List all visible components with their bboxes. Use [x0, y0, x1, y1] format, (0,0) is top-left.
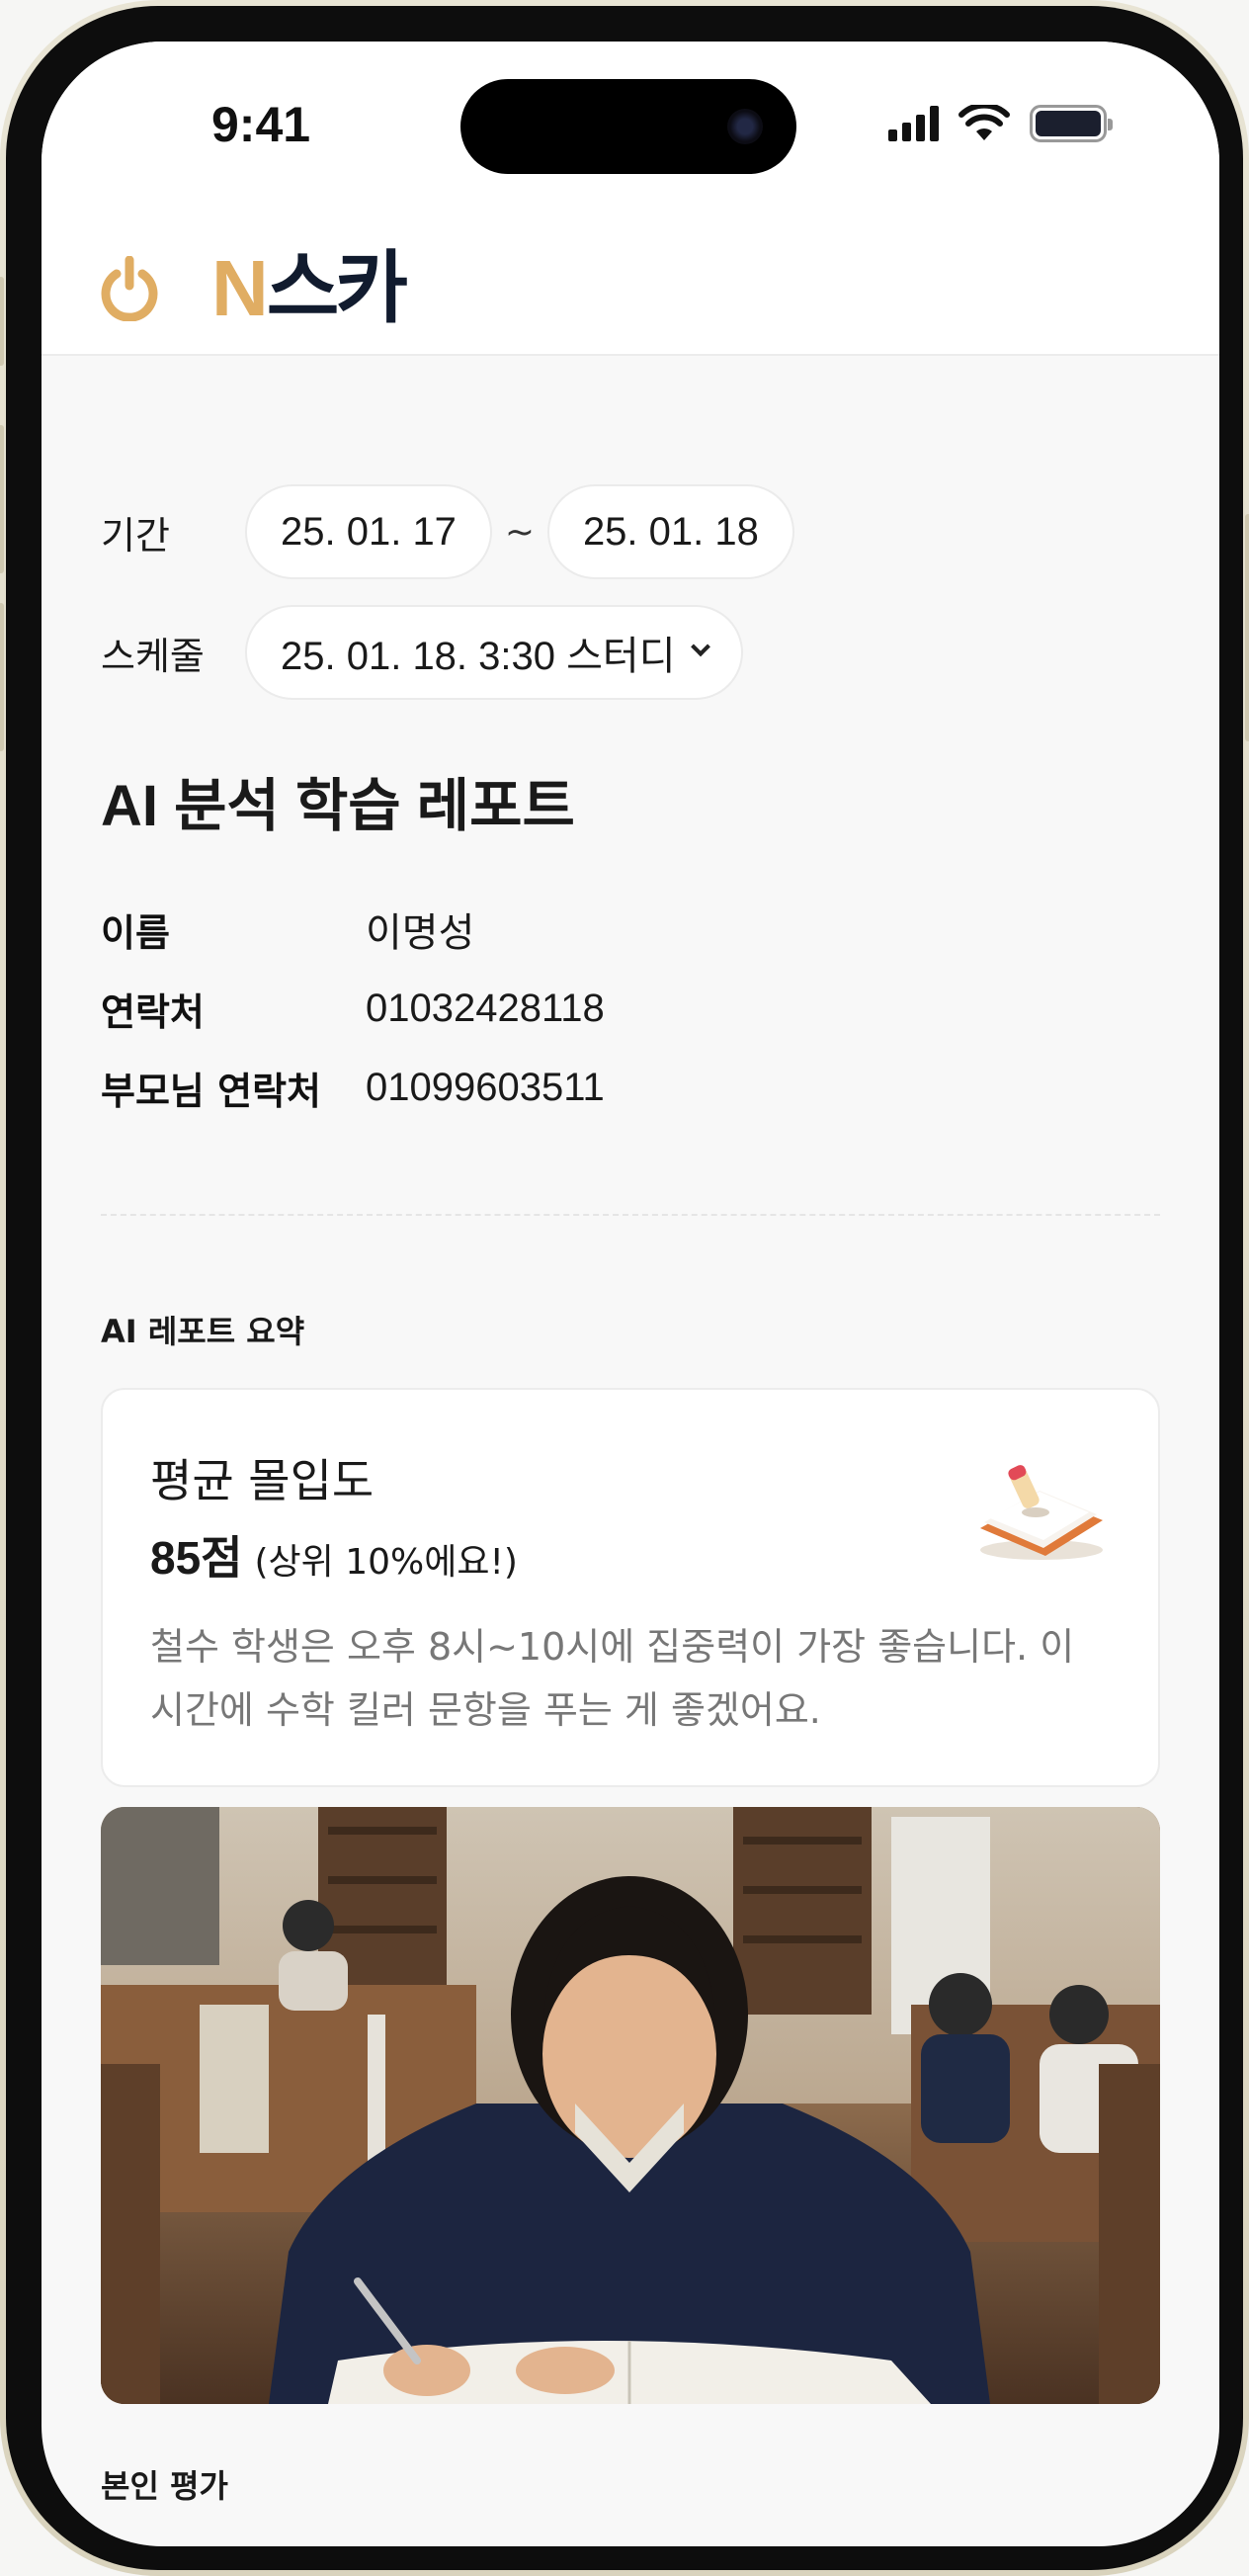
student-info: 이름 이명성 연락처 01032428118 부모님 연락처 010996035…	[101, 890, 605, 1127]
notebook-pencil-icon	[980, 1465, 1103, 1560]
schedule-dropdown[interactable]: 25. 01. 18. 3:30 스터디	[245, 605, 743, 700]
logo-n-text: N	[211, 244, 269, 332]
start-date-picker[interactable]: 25. 01. 17	[245, 484, 492, 579]
battery-icon	[1030, 105, 1113, 142]
info-row-parent-phone: 부모님 연락처 01099603511	[101, 1048, 605, 1127]
phone-screen: 9:41 N 스카 기간 25. 01. 17 ~ 25. 01. 18 스케줄…	[42, 42, 1219, 2546]
focus-rank: (상위 10%에요!)	[254, 1542, 518, 1583]
end-date-picker[interactable]: 25. 01. 18	[546, 484, 794, 579]
section-divider	[101, 1214, 1160, 1216]
start-date-value: 25. 01. 17	[281, 509, 457, 554]
schedule-label: 스케줄	[101, 634, 205, 678]
student-studying-photo	[101, 1807, 1160, 2404]
self-evaluation-section-title: 본인 평가	[101, 2467, 228, 2505]
front-camera-icon	[727, 109, 763, 144]
cellular-signal-icon	[888, 106, 939, 141]
phone-frame: 9:41 N 스카 기간 25. 01. 17 ~ 25. 01. 18 스케줄…	[0, 0, 1249, 2576]
wifi-icon	[958, 105, 1010, 140]
report-title: AI 분석 학습 레포트	[101, 774, 575, 838]
dynamic-island	[460, 79, 796, 174]
app-header: ON N 스카	[42, 210, 1219, 356]
card-title: 평균 몰입도	[150, 1454, 375, 1507]
period-filter-row: 기간 25. 01. 17 ~ 25. 01. 18	[101, 484, 1160, 579]
focus-score: 85점	[150, 1532, 243, 1584]
status-bar: 9:41	[42, 42, 1219, 210]
action-button	[0, 277, 4, 366]
parent-phone-label: 부모님 연락처	[101, 1069, 321, 1113]
logo-ska-text: 스카	[266, 244, 408, 332]
schedule-filter-row: 스케줄 25. 01. 18. 3:30 스터디	[101, 605, 1160, 700]
name-value: 이명성	[366, 911, 475, 955]
status-icons	[888, 105, 1113, 142]
parent-phone-value: 01099603511	[366, 1065, 605, 1109]
end-date-value: 25. 01. 18	[582, 509, 759, 554]
card-description: 철수 학생은 오후 8시~10시에 집중력이 가장 좋습니다. 이 시간에 수학…	[150, 1625, 1075, 1732]
phone-value: 01032428118	[366, 986, 605, 1030]
app-logo[interactable]: ON N 스카	[101, 244, 408, 332]
filter-section: 기간 25. 01. 17 ~ 25. 01. 18 스케줄 25. 01. 1…	[101, 484, 1160, 700]
status-time: 9:41	[211, 97, 311, 152]
focus-summary-card: 평균 몰입도 85점 (상위 10%에요!) 철수 학생은 오후 8시~10시에…	[101, 1388, 1160, 1787]
card-score: 85점 (상위 10%에요!)	[150, 1522, 518, 1588]
phone-label: 연락처	[101, 989, 205, 1034]
period-label: 기간	[101, 513, 170, 558]
power-button	[1245, 514, 1249, 741]
summary-section-title: AI 레포트 요약	[101, 1313, 305, 1350]
name-label: 이름	[101, 910, 170, 955]
volume-up-button	[0, 425, 4, 573]
date-range-separator: ~	[504, 511, 536, 553]
info-row-phone: 연락처 01032428118	[101, 969, 605, 1048]
chevron-down-icon	[690, 637, 710, 657]
phone-bezel: 9:41 N 스카 기간 25. 01. 17 ~ 25. 01. 18 스케줄…	[6, 6, 1243, 2570]
volume-down-button	[0, 603, 4, 751]
schedule-value: 25. 01. 18. 3:30 스터디	[281, 635, 676, 678]
study-room-illustration	[101, 1807, 1160, 2404]
info-row-name: 이름 이명성	[101, 890, 605, 969]
